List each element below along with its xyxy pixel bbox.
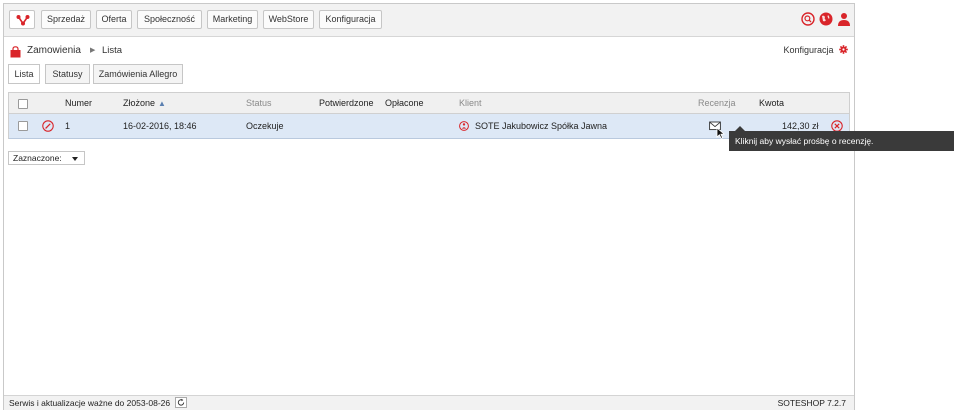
orders-table: Numer Złożone ▲ Status Potwierdzone Opła…	[8, 92, 850, 139]
review-tooltip: Kliknij aby wysłać prośbę o recenzję.	[729, 126, 954, 151]
bulk-action-value: Zaznaczone:	[13, 153, 62, 163]
app-window: Sprzedaż Oferta Społeczność Marketing We…	[3, 3, 855, 410]
breadcrumb-section[interactable]: Zamowienia	[27, 45, 81, 56]
column-numer[interactable]: Numer	[65, 98, 92, 108]
column-recenzja: Recenzja	[698, 98, 736, 108]
config-link-label: Konfiguracja	[783, 45, 834, 55]
logo-button[interactable]	[9, 10, 35, 29]
menu-konfiguracja[interactable]: Konfiguracja	[319, 10, 382, 29]
row-checkbox[interactable]	[18, 121, 28, 131]
user-icon[interactable]	[837, 12, 851, 26]
order-amount: 142,30 zł	[782, 121, 819, 131]
column-status: Status	[246, 98, 272, 108]
app-version: SOTESHOP 7.2.7	[777, 398, 846, 408]
select-all-checkbox[interactable]	[18, 99, 28, 109]
menu-webstore[interactable]: WebStore	[263, 10, 314, 29]
service-expiry-text: Serwis i aktualizacje ważne do 2053-08-2…	[9, 398, 171, 408]
status-bar: Serwis i aktualizacje ważne do 2053-08-2…	[4, 395, 854, 410]
gear-icon	[839, 45, 848, 54]
column-zlozone[interactable]: Złożone	[123, 98, 155, 108]
mouse-cursor-icon	[716, 127, 725, 139]
menu-oferta[interactable]: Oferta	[96, 10, 132, 29]
breadcrumb-separator-icon: ▶	[90, 47, 96, 54]
menu-sprzedaz[interactable]: Sprzedaż	[41, 10, 91, 29]
order-number[interactable]: 1	[65, 121, 70, 131]
edit-icon[interactable]	[42, 120, 54, 132]
shopping-bag-icon	[10, 46, 21, 58]
order-date: 16-02-2016, 18:46	[123, 121, 197, 131]
search-icon[interactable]	[801, 12, 815, 26]
menu-spolecznosc[interactable]: Społeczność	[137, 10, 202, 29]
tab-statusy[interactable]: Statusy	[45, 64, 90, 84]
refresh-button[interactable]	[175, 397, 187, 408]
tab-lista[interactable]: Lista	[8, 64, 40, 84]
column-kwota[interactable]: Kwota	[759, 98, 784, 108]
order-status: Oczekuje	[246, 121, 284, 131]
sort-ascending-icon: ▲	[158, 99, 166, 108]
globe-icon[interactable]	[819, 12, 833, 26]
column-oplacone[interactable]: Opłacone	[385, 98, 424, 108]
bulk-action-select[interactable]: Zaznaczone:	[8, 151, 85, 165]
column-klient: Klient	[459, 98, 482, 108]
refresh-icon	[177, 398, 185, 406]
config-link[interactable]: Konfiguracja	[783, 45, 848, 55]
tab-zamowienia-allegro[interactable]: Zamówienia Allegro	[93, 64, 183, 84]
column-potwierdzone[interactable]: Potwierdzone	[319, 98, 374, 108]
order-client[interactable]: SOTE Jakubowicz Spółka Jawna	[475, 121, 607, 131]
soteshop-logo-icon	[16, 15, 30, 26]
client-info-icon[interactable]	[459, 121, 469, 131]
menu-marketing[interactable]: Marketing	[207, 10, 258, 29]
top-navigation: Sprzedaż Oferta Społeczność Marketing We…	[4, 4, 854, 37]
breadcrumb-page: Lista	[102, 45, 123, 56]
table-row[interactable]: 1 16-02-2016, 18:46 Oczekuje SOTE Jakubo…	[9, 114, 849, 139]
chevron-down-icon	[72, 157, 78, 161]
table-header: Numer Złożone ▲ Status Potwierdzone Opła…	[9, 93, 849, 114]
